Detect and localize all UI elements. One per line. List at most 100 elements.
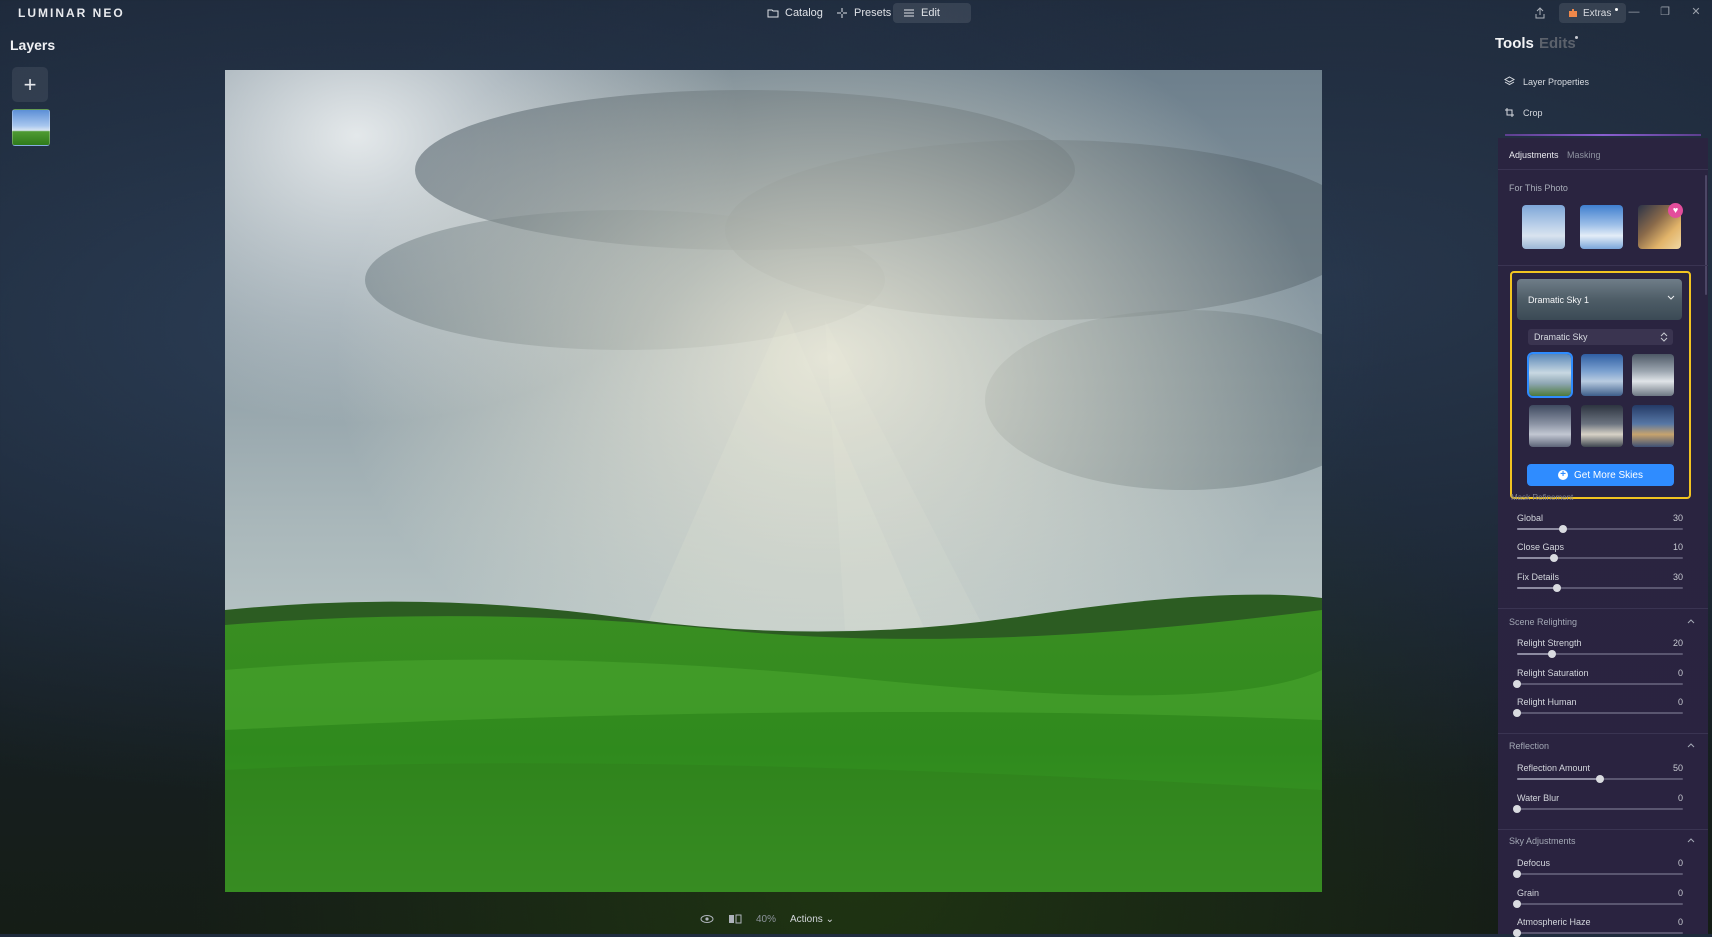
divider	[1498, 829, 1708, 830]
minimize-icon[interactable]: —	[1627, 5, 1641, 19]
defocus-slider[interactable]: Defocus 0	[1513, 858, 1683, 880]
slider-value: 30	[1672, 513, 1683, 523]
layers-icon	[1504, 76, 1515, 86]
sky-thumbnail-2[interactable]	[1581, 354, 1623, 396]
share-icon[interactable]	[1533, 6, 1547, 20]
slider-knob[interactable]	[1513, 929, 1521, 937]
slider-value: 20	[1672, 638, 1683, 648]
presets-button[interactable]: Presets	[826, 3, 901, 23]
sparkle-icon	[837, 8, 847, 18]
get-more-skies-button[interactable]: + Get More Skies	[1527, 464, 1674, 486]
catalog-label: Catalog	[785, 7, 823, 19]
slider-track[interactable]	[1517, 683, 1683, 685]
photo-canvas[interactable]	[225, 70, 1322, 892]
slider-value: 50	[1672, 763, 1683, 773]
slider-knob[interactable]	[1559, 525, 1567, 533]
panel-scrollbar[interactable]	[1705, 175, 1707, 295]
updown-arrows-icon	[1660, 332, 1668, 342]
slider-label: Close Gaps	[1517, 542, 1565, 552]
slider-label: Water Blur	[1517, 793, 1560, 803]
slider-knob[interactable]	[1513, 680, 1521, 688]
compare-icon[interactable]	[728, 912, 742, 926]
section-accent-line	[1505, 134, 1701, 136]
relight-strength-slider[interactable]: Relight Strength 20	[1517, 638, 1683, 660]
close-gaps-slider[interactable]: Close Gaps 10	[1517, 542, 1683, 564]
slider-label: Fix Details	[1517, 572, 1560, 582]
grain-slider[interactable]: Grain 0	[1513, 888, 1683, 910]
slider-knob[interactable]	[1553, 584, 1561, 592]
slider-label: Defocus	[1517, 858, 1551, 868]
sky-thumbnail-6[interactable]	[1632, 405, 1674, 447]
slider-fill	[1517, 528, 1563, 530]
slider-knob[interactable]	[1548, 650, 1556, 658]
slider-knob[interactable]	[1596, 775, 1604, 783]
suggested-sky-1[interactable]	[1522, 205, 1565, 249]
slider-fill	[1517, 557, 1554, 559]
sky-category-select[interactable]: Dramatic Sky	[1528, 329, 1673, 345]
catalog-button[interactable]: Catalog	[757, 3, 833, 23]
tab-adjustments[interactable]: Adjustments	[1509, 150, 1559, 160]
water-blur-slider[interactable]: Water Blur 0	[1513, 793, 1683, 815]
slider-value: 0	[1677, 858, 1683, 868]
actions-label: Actions	[790, 913, 823, 925]
restore-icon[interactable]: ❐	[1658, 5, 1672, 19]
tab-edits[interactable]: Edits	[1539, 35, 1576, 52]
slider-value: 30	[1672, 572, 1683, 582]
plus-icon: +	[23, 71, 37, 97]
sky-thumbnail-1[interactable]	[1527, 352, 1573, 398]
sky-selection-dropdown[interactable]: Dramatic Sky 1	[1517, 279, 1682, 320]
slider-knob[interactable]	[1513, 870, 1521, 878]
slider-knob[interactable]	[1513, 709, 1521, 717]
divider	[1498, 265, 1708, 266]
slider-knob[interactable]	[1513, 900, 1521, 908]
slider-knob[interactable]	[1513, 805, 1521, 813]
reflection-header[interactable]: Reflection	[1509, 741, 1549, 751]
slider-value: 0	[1677, 793, 1683, 803]
sky-thumbnail-3[interactable]	[1632, 354, 1674, 396]
suggested-sky-2[interactable]	[1580, 205, 1623, 249]
presets-label: Presets	[854, 7, 892, 19]
plus-circle-icon: +	[1558, 470, 1569, 480]
chevron-up-icon[interactable]	[1686, 836, 1696, 846]
sky-adjustments-header[interactable]: Sky Adjustments	[1509, 836, 1576, 846]
atmospheric-haze-slider[interactable]: Atmospheric Haze 0	[1513, 917, 1683, 937]
chevron-up-icon[interactable]	[1686, 741, 1696, 751]
eye-icon[interactable]	[700, 912, 714, 926]
edit-label: Edit	[921, 7, 940, 19]
relight-saturation-slider[interactable]: Relight Saturation 0	[1513, 668, 1683, 690]
crop-item[interactable]: Crop	[1504, 107, 1543, 118]
relight-human-slider[interactable]: Relight Human 0	[1513, 697, 1683, 719]
extras-button[interactable]: Extras	[1559, 3, 1627, 23]
slider-label: Atmospheric Haze	[1517, 917, 1591, 927]
slider-track[interactable]	[1517, 808, 1683, 810]
actions-button[interactable]: Actions ⌄	[790, 914, 834, 925]
slider-value: 0	[1677, 697, 1683, 707]
slider-track[interactable]	[1517, 873, 1683, 875]
layer-thumbnail[interactable]	[12, 109, 50, 146]
slider-track[interactable]	[1517, 903, 1683, 905]
slider-track[interactable]	[1517, 712, 1683, 714]
add-layer-button[interactable]: +	[12, 67, 48, 102]
sky-thumbnail-4[interactable]	[1529, 405, 1571, 447]
tab-tools[interactable]: Tools	[1495, 35, 1534, 52]
slider-knob[interactable]	[1550, 554, 1558, 562]
mask-refinement-header: Mask Refinement	[1511, 493, 1574, 502]
edit-button[interactable]: Edit	[893, 3, 971, 23]
global-slider[interactable]: Global 30	[1517, 513, 1683, 535]
scene-relighting-header[interactable]: Scene Relighting	[1509, 617, 1577, 627]
app-logo: LUMINAR NEO	[18, 6, 125, 20]
divider	[1498, 733, 1708, 734]
fix-details-slider[interactable]: Fix Details 30	[1517, 572, 1683, 594]
slider-fill	[1517, 778, 1600, 780]
chevron-up-icon[interactable]	[1686, 617, 1696, 627]
zoom-level[interactable]: 40%	[756, 914, 776, 925]
sky-thumbnail-5[interactable]	[1581, 405, 1623, 447]
tab-masking[interactable]: Masking	[1567, 150, 1601, 160]
layer-properties-item[interactable]: Layer Properties	[1504, 76, 1589, 87]
divider	[1498, 608, 1708, 609]
reflection-amount-slider[interactable]: Reflection Amount 50	[1517, 763, 1683, 785]
layers-title: Layers	[10, 37, 56, 53]
chevron-down-icon	[1667, 295, 1675, 300]
close-icon[interactable]: ✕	[1689, 5, 1703, 19]
slider-label: Relight Saturation	[1517, 668, 1589, 678]
